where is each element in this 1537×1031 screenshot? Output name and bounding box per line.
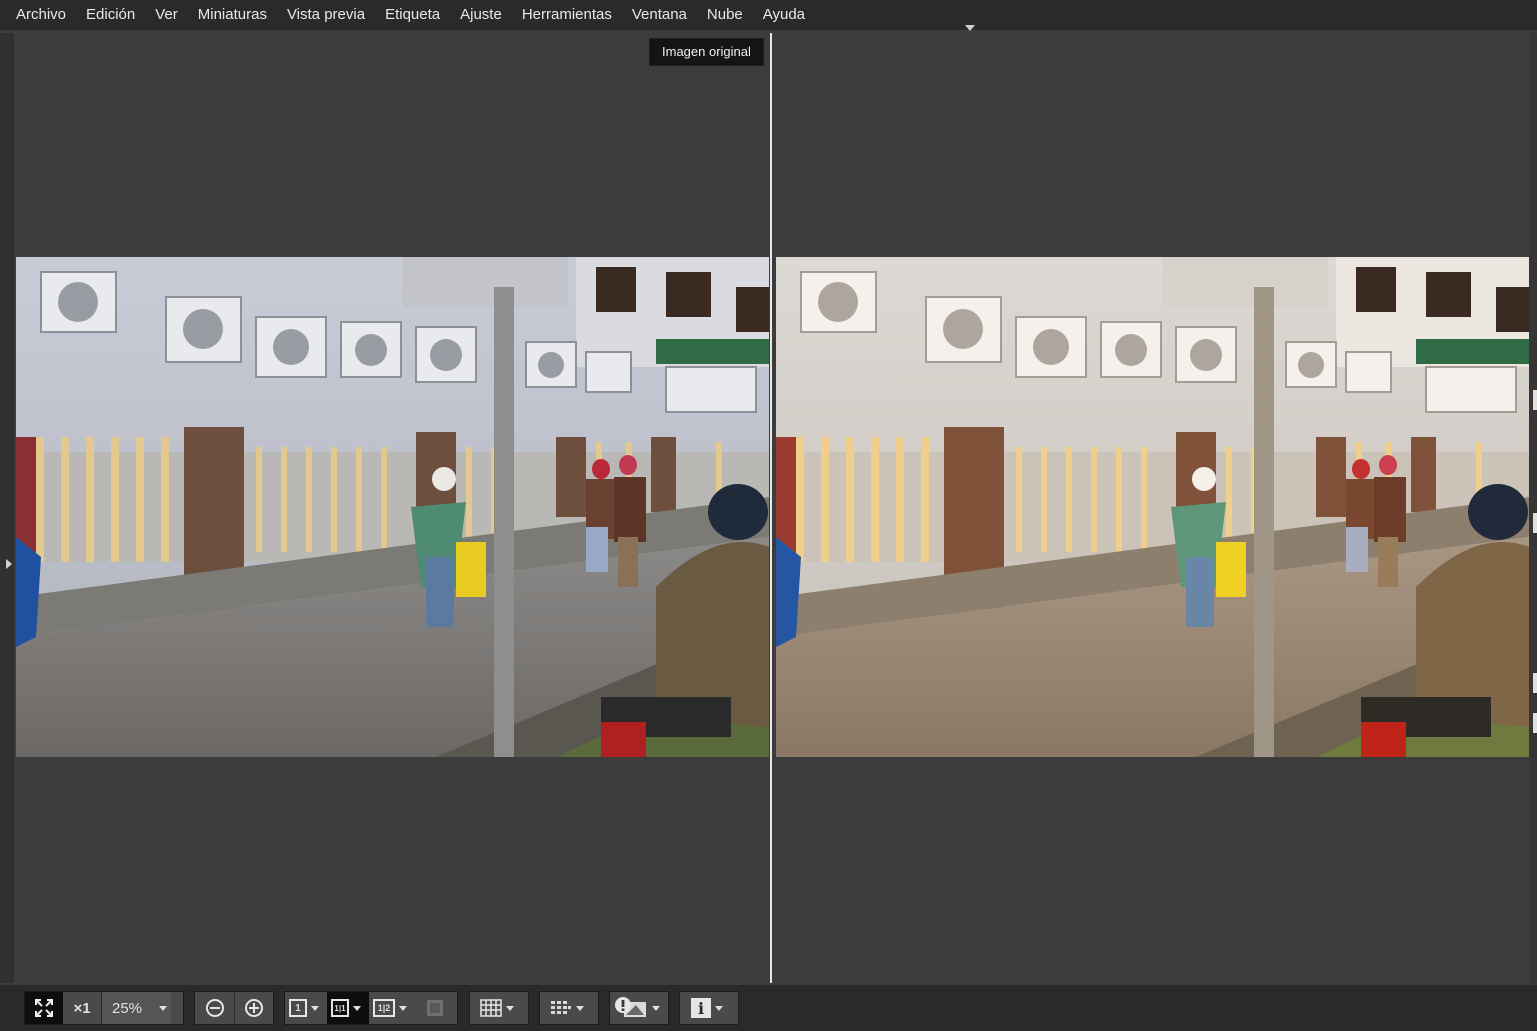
menu-ver[interactable]: Ver [145, 1, 188, 29]
zoom-select[interactable]: 25% [101, 992, 171, 1024]
single-view-button[interactable]: 1 [285, 992, 327, 1024]
compare-divider[interactable] [770, 33, 772, 983]
grid-group [469, 991, 529, 1025]
right-panel-edge[interactable] [1529, 33, 1537, 983]
chevron-down-icon [353, 1005, 361, 1011]
grid-button[interactable] [470, 992, 528, 1024]
zoom-in-button[interactable] [234, 992, 273, 1024]
two-image-view-icon: 1|2 [373, 999, 395, 1017]
zoom-value: 25% [112, 999, 143, 1017]
bottom-toolbar: ×1 25% 1 1|1 1|2 i [0, 985, 1537, 1031]
zoom-step-group [194, 991, 274, 1025]
edge-marker [1533, 713, 1537, 733]
fit-to-screen-icon [35, 999, 53, 1017]
menu-ventana[interactable]: Ventana [622, 1, 697, 29]
chevron-down-icon [159, 1005, 167, 1011]
chevron-down-icon [715, 1005, 723, 1011]
menu-vista-previa[interactable]: Vista previa [277, 1, 375, 29]
edge-marker [1533, 390, 1537, 410]
street-photo [16, 257, 769, 757]
two-image-view-button[interactable]: 1|2 [369, 992, 415, 1024]
edge-marker [1533, 513, 1537, 533]
left-panel-toggle[interactable] [0, 33, 14, 983]
menu-bar: Archivo Edición Ver Miniaturas Vista pre… [0, 0, 1537, 30]
compare-view-icon: 1|1 [331, 999, 349, 1017]
adjusted-image[interactable] [776, 257, 1529, 757]
zoom-group: ×1 25% [24, 991, 184, 1025]
menu-ajuste[interactable]: Ajuste [450, 1, 512, 29]
zoom-out-button[interactable] [195, 992, 234, 1024]
edge-marker [1533, 673, 1537, 693]
menu-herramientas[interactable]: Herramientas [512, 1, 622, 29]
focus-points-button[interactable] [540, 992, 598, 1024]
highlight-warning-group [609, 991, 669, 1025]
info-icon: i [691, 998, 711, 1018]
chevron-down-icon [576, 1005, 584, 1011]
menu-etiqueta[interactable]: Etiqueta [375, 1, 450, 29]
chevron-down-icon [652, 1005, 660, 1011]
actual-size-button[interactable]: ×1 [63, 992, 101, 1024]
highlight-warning-button[interactable] [610, 992, 668, 1024]
highlight-warning-icon [615, 997, 646, 1017]
view-mode-group: 1 1|1 1|2 [284, 991, 458, 1025]
fit-to-screen-button[interactable] [25, 992, 63, 1024]
original-image[interactable] [16, 257, 769, 757]
multi-view-button[interactable] [415, 992, 455, 1024]
street-photo-adjusted [776, 257, 1529, 757]
chevron-down-icon [506, 1005, 514, 1011]
menu-archivo[interactable]: Archivo [0, 1, 76, 29]
menu-ayuda[interactable]: Ayuda [753, 1, 815, 29]
zoom-in-icon [245, 999, 263, 1017]
expand-left-icon [6, 559, 12, 569]
info-button[interactable]: i [680, 992, 738, 1024]
focus-points-icon [551, 1001, 571, 1014]
focus-points-group [539, 991, 599, 1025]
grid-icon [480, 999, 502, 1017]
zoom-out-icon [205, 999, 224, 1017]
multi-view-icon [427, 1000, 443, 1016]
collapse-panel-arrow-icon[interactable] [965, 25, 975, 31]
compare-view-button[interactable]: 1|1 [327, 992, 369, 1024]
menu-nube[interactable]: Nube [697, 1, 753, 29]
chevron-down-icon [311, 1005, 319, 1011]
chevron-down-icon [399, 1005, 407, 1011]
menu-edicion[interactable]: Edición [76, 1, 145, 29]
single-view-icon: 1 [289, 999, 307, 1017]
info-group: i [679, 991, 739, 1025]
menu-miniaturas[interactable]: Miniaturas [188, 1, 277, 29]
original-image-label: Imagen original [649, 38, 764, 66]
